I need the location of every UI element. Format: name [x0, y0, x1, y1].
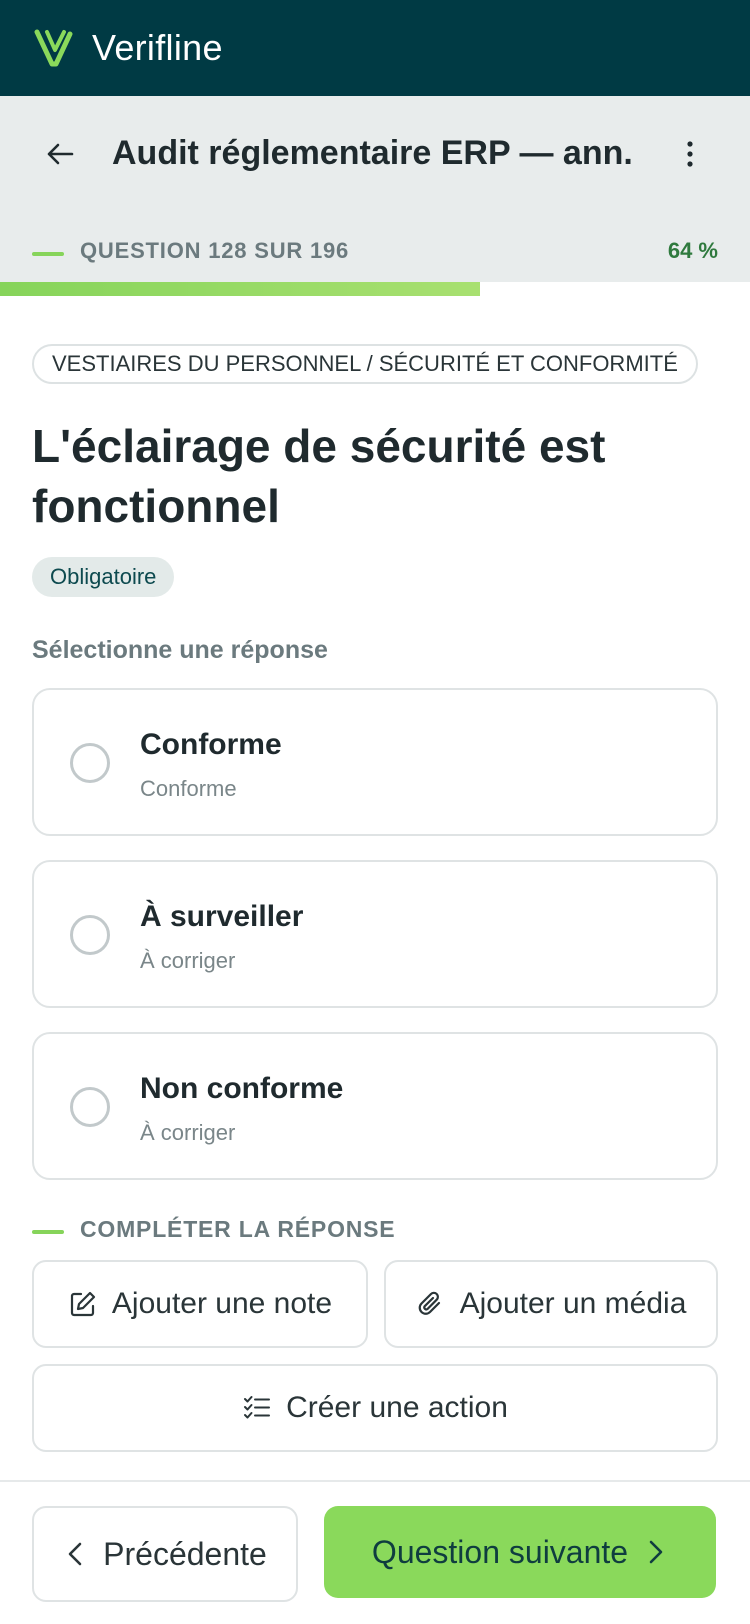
answer-option-a-surveiller[interactable]: À surveiller À corriger — [32, 860, 718, 1008]
radio-button[interactable] — [70, 915, 110, 955]
option-label: Non conforme — [140, 1072, 344, 1105]
add-media-label: Ajouter un média — [459, 1287, 687, 1320]
audit-header: Audit réglementaire ERP — ann... QUESTIO… — [0, 96, 750, 282]
radio-button[interactable] — [70, 1087, 110, 1127]
select-prompt: Sélectionne une réponse — [32, 636, 328, 664]
option-label: À surveiller — [140, 900, 304, 933]
app-topbar: Verifline — [0, 0, 750, 96]
section-label-complete: COMPLÉTER LA RÉPONSE — [80, 1216, 396, 1242]
paperclip-icon — [416, 1289, 446, 1319]
create-action-label: Créer une action — [286, 1391, 508, 1424]
footer-divider — [0, 1480, 750, 1482]
next-question-label: Question suivante — [371, 1533, 629, 1570]
arrow-left-icon — [47, 143, 74, 165]
section-accent-dash — [32, 1230, 64, 1234]
add-media-button[interactable]: Ajouter un média — [384, 1260, 718, 1348]
back-button[interactable] — [38, 132, 82, 176]
answer-option-conforme[interactable]: Conforme Conforme — [32, 688, 718, 836]
chevron-left-icon — [63, 1538, 87, 1570]
radio-button[interactable] — [70, 743, 110, 783]
chevron-right-icon — [644, 1536, 668, 1568]
create-action-button[interactable]: Créer une action — [32, 1364, 718, 1452]
add-note-button[interactable]: Ajouter une note — [32, 1260, 368, 1348]
next-question-button[interactable]: Question suivante — [324, 1506, 716, 1598]
required-badge: Obligatoire — [32, 557, 175, 597]
verifline-logo-icon — [34, 29, 73, 67]
add-note-label: Ajouter une note — [111, 1287, 333, 1320]
more-options-button[interactable] — [670, 132, 710, 176]
progress-bar-fill — [0, 282, 480, 296]
previous-label: Précédente — [103, 1535, 267, 1572]
answer-option-non-conforme[interactable]: Non conforme À corriger — [32, 1032, 718, 1180]
option-sublabel: À corriger — [140, 948, 236, 973]
audit-title: Audit réglementaire ERP — ann... — [112, 134, 632, 172]
progress-bar — [0, 282, 750, 296]
option-sublabel: À corriger — [140, 1120, 236, 1145]
progress-percent: 64 % — [667, 238, 718, 263]
app-name: Verifline — [92, 27, 223, 68]
question-title: L'éclairage de sécurité est fonctionnel — [32, 420, 606, 532]
option-label: Conforme — [140, 728, 282, 761]
more-vertical-icon — [687, 141, 693, 167]
counter-accent-dash — [32, 252, 64, 256]
breadcrumb: VESTIAIRES DU PERSONNEL / SÉCURITÉ ET CO… — [32, 344, 698, 384]
option-sublabel: Conforme — [140, 776, 237, 801]
edit-note-icon — [68, 1289, 98, 1319]
checklist-icon — [242, 1393, 272, 1423]
previous-button[interactable]: Précédente — [32, 1506, 298, 1602]
question-counter: QUESTION 128 SUR 196 — [80, 238, 350, 263]
